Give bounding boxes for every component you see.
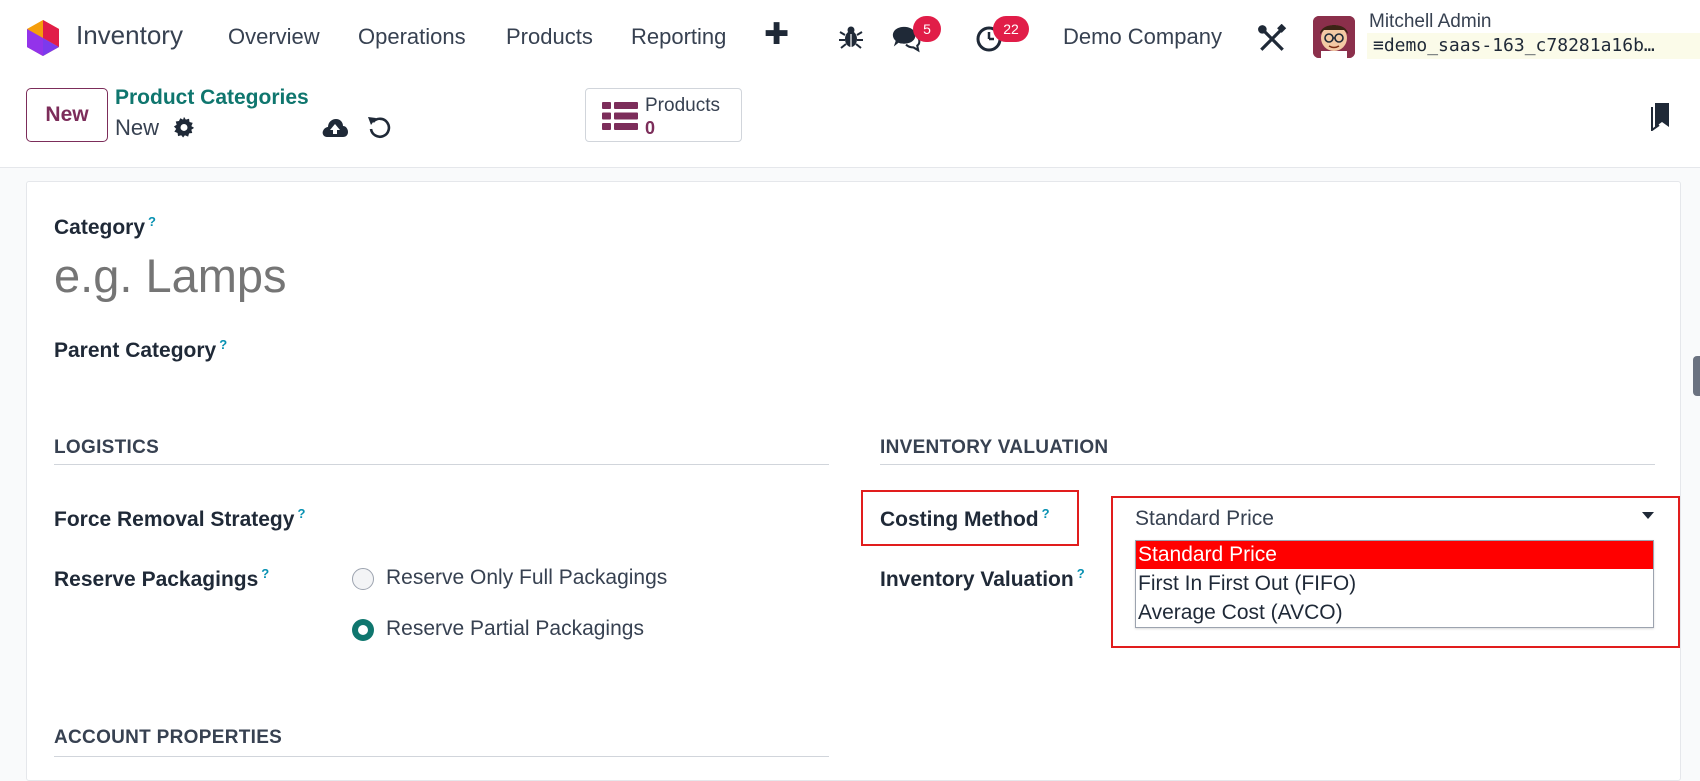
reserve-full-label[interactable]: Reserve Only Full Packagings <box>386 566 667 590</box>
smart-button-count: 0 <box>645 118 656 138</box>
force-removal-label: Force Removal Strategy? <box>54 506 305 532</box>
bookmark-icon[interactable] <box>1651 103 1673 131</box>
plus-icon[interactable]: ✚ <box>764 20 789 50</box>
record-name: New <box>115 115 160 140</box>
reserve-full-radio[interactable] <box>352 568 374 590</box>
database-name-text: demo_saas-163_c78281a16b… <box>1383 35 1655 56</box>
gear-icon[interactable] <box>173 116 195 138</box>
page-scrollbar[interactable] <box>1693 356 1700 396</box>
messages-count-badge: 5 <box>913 16 941 42</box>
company-switcher[interactable]: Demo Company <box>1063 24 1222 50</box>
parent-category-label: Parent Category? <box>54 337 227 363</box>
inventory-valuation-section-title: INVENTORY VALUATION <box>880 437 1109 458</box>
costing-method-select[interactable]: Standard Price <box>1135 507 1274 531</box>
option-avco[interactable]: Average Cost (AVCO) <box>1136 599 1653 627</box>
top-navbar: Inventory Overview Operations Products R… <box>0 0 1700 75</box>
products-smart-button[interactable]: Products 0 <box>585 88 742 142</box>
logistics-divider <box>54 464 829 465</box>
reserve-packagings-label-text: Reserve Packagings <box>54 568 259 591</box>
category-input[interactable] <box>54 248 654 303</box>
reserve-partial-radio[interactable] <box>352 619 374 641</box>
help-icon[interactable]: ? <box>261 566 269 581</box>
menu-reporting[interactable]: Reporting <box>631 24 726 50</box>
option-standard-price[interactable]: Standard Price <box>1136 541 1653 569</box>
force-removal-label-text: Force Removal Strategy <box>54 508 295 531</box>
new-button[interactable]: New <box>26 88 108 142</box>
valuation-divider <box>880 464 1655 465</box>
cloud-upload-icon[interactable] <box>321 115 349 141</box>
category-label: Category? <box>54 214 156 240</box>
bug-icon[interactable] <box>836 22 866 52</box>
smart-button-label: Products <box>645 95 720 116</box>
help-icon[interactable]: ? <box>1077 566 1085 581</box>
activities-count-badge: 22 <box>993 16 1029 42</box>
list-icon <box>602 102 638 130</box>
chevron-down-icon[interactable] <box>1642 512 1654 519</box>
user-name[interactable]: Mitchell Admin <box>1369 11 1492 33</box>
help-icon[interactable]: ? <box>148 214 156 229</box>
database-name: ≡demo_saas-163_c78281a16b… <box>1367 33 1700 59</box>
inventory-valuation-label-text: Inventory Valuation <box>880 568 1074 591</box>
form-sheet: Category? Parent Category? LOGISTICS For… <box>26 181 1681 781</box>
database-icon: ≡ <box>1373 35 1384 56</box>
costing-method-dropdown: Standard Price First In First Out (FIFO)… <box>1135 540 1654 628</box>
menu-operations[interactable]: Operations <box>358 24 466 50</box>
account-properties-section-title: ACCOUNT PROPERTIES <box>54 727 283 748</box>
costing-method-label-highlight <box>861 490 1079 546</box>
tools-icon[interactable] <box>1257 24 1287 54</box>
user-avatar[interactable] <box>1313 16 1355 58</box>
inventory-valuation-label: Inventory Valuation? <box>880 566 1085 592</box>
discard-icon[interactable] <box>366 114 392 140</box>
menu-products[interactable]: Products <box>506 24 593 50</box>
help-icon[interactable]: ? <box>297 506 305 521</box>
breadcrumb-product-categories[interactable]: Product Categories <box>115 86 309 110</box>
reserve-partial-label[interactable]: Reserve Partial Packagings <box>386 617 644 641</box>
category-label-text: Category <box>54 216 146 239</box>
account-properties-divider <box>54 756 829 757</box>
inventory-app-logo-icon[interactable] <box>26 19 60 57</box>
menu-overview[interactable]: Overview <box>228 24 320 50</box>
option-fifo[interactable]: First In First Out (FIFO) <box>1136 570 1653 598</box>
logistics-section-title: LOGISTICS <box>54 437 160 458</box>
control-panel: New Product Categories New Products 0 <box>0 75 1700 168</box>
app-name[interactable]: Inventory <box>76 20 183 51</box>
help-icon[interactable]: ? <box>219 337 227 352</box>
reserve-packagings-label: Reserve Packagings? <box>54 566 269 592</box>
parent-category-label-text: Parent Category <box>54 339 217 362</box>
